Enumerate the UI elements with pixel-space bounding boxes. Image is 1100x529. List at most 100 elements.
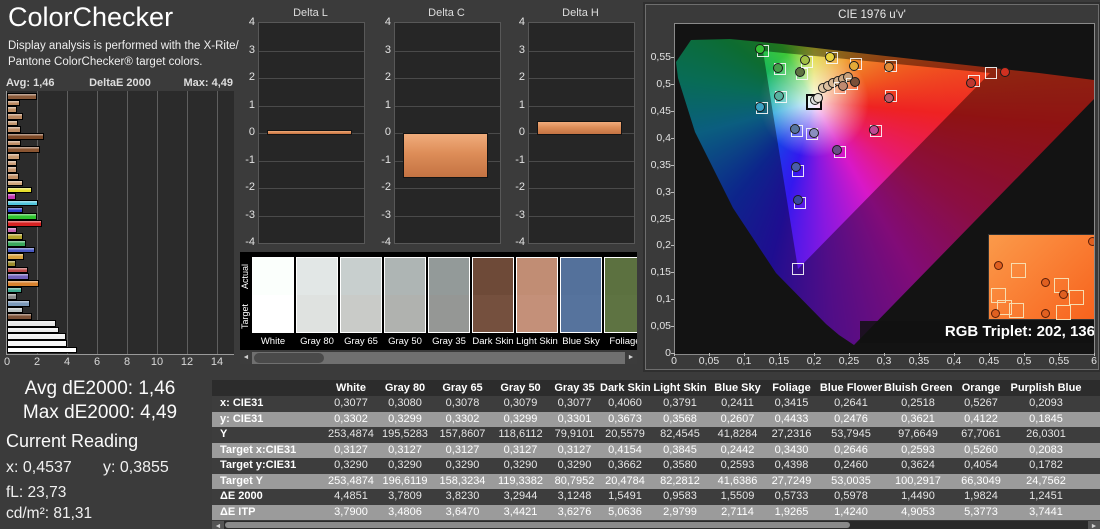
- de2000-x-axis: 0 2 4 6 8 10 12 14: [4, 356, 234, 370]
- de-bar: [7, 320, 56, 327]
- table-scroll-left-icon[interactable]: ◄: [212, 521, 224, 529]
- swatch-scrollbar[interactable]: ◄ ►: [240, 352, 637, 364]
- column-header: M: [1082, 380, 1100, 396]
- cie-y-tick-label: 0: [665, 347, 671, 359]
- cie-target-square: [791, 262, 804, 275]
- color-swatch: [252, 257, 294, 333]
- table-scrollbar[interactable]: ◄ ►: [212, 521, 1100, 529]
- table-cell: 0,3290: [388, 459, 422, 471]
- cie-x-tick-label: 0,2: [806, 355, 822, 367]
- color-swatch: [604, 257, 637, 333]
- table-cell: 5,3773: [964, 505, 998, 518]
- table-cell: 157,8607: [439, 428, 486, 440]
- cie-y-tick-label: 0,25: [650, 212, 671, 225]
- table-cell: 0,2093: [1029, 397, 1063, 409]
- table-cell: 0,3: [1082, 458, 1100, 474]
- de-bar: [7, 119, 18, 127]
- gridline: [97, 91, 98, 354]
- table-scrollbar-handle[interactable]: [225, 522, 850, 528]
- table-cell: 53,7945: [831, 428, 871, 440]
- table-cell: 0,4: [1082, 443, 1100, 459]
- cie-x-tick-label: 0,25: [838, 355, 860, 367]
- gridline: [529, 78, 634, 79]
- table-cell: 3,6470: [445, 505, 480, 518]
- colorchecker-app: ColorChecker Display analysis is perform…: [0, 0, 1100, 529]
- cie-x-tick-label: 0: [671, 355, 677, 367]
- swatch-label: Dark Skin: [472, 336, 514, 347]
- delta-bar: [537, 120, 623, 135]
- table-cell: 2,9799: [663, 505, 697, 518]
- de-bar: [7, 226, 17, 234]
- swatch-axis-label: Target: [240, 303, 250, 329]
- table-row: y: CIE31 0,3302 0,3299 0,3302 0,3299 0,3301 0,…: [212, 411, 1100, 427]
- inset-circle: [1041, 278, 1050, 287]
- table-cell: 0,4054: [964, 459, 998, 471]
- table-cell: 0,9583: [663, 490, 697, 502]
- cie-measured-point: [838, 81, 848, 92]
- table-cell: 253,4874: [328, 428, 374, 440]
- table-cell: 27,7249: [771, 474, 812, 487]
- table-cell: 27,2316: [771, 428, 812, 440]
- de-bar: [7, 219, 42, 227]
- cie-measured-point: [848, 60, 859, 71]
- x-tick-label: 6: [93, 356, 101, 368]
- tick-mark: [671, 245, 674, 247]
- gridline: [157, 91, 158, 354]
- gridline: [395, 50, 500, 52]
- y-tick-label: 3: [518, 43, 525, 56]
- cie-measured-point: [799, 55, 810, 66]
- swatch-actual-half: [473, 258, 513, 295]
- cie-x-tick-label: 0,1: [736, 355, 752, 367]
- swatch-scrollbar-handle[interactable]: [254, 353, 324, 363]
- cie-measured-point: [812, 92, 823, 103]
- column-header: Light Skin: [653, 382, 707, 394]
- inset-square: [1069, 290, 1084, 305]
- y-tick-label: -2: [381, 181, 391, 193]
- swatch-label: Gray 50: [388, 336, 422, 347]
- table-cell: 3,4421: [503, 505, 538, 518]
- cie-measured-point: [1000, 66, 1011, 77]
- cie-measured-point: [824, 52, 835, 63]
- row-label: ΔE ITP: [220, 505, 256, 518]
- gridline: [395, 215, 500, 217]
- y-tick-label: 2: [518, 71, 525, 83]
- delta-bar: [403, 133, 489, 178]
- swatch-scroll-right-icon[interactable]: ►: [625, 352, 637, 364]
- table-cell: 0,3077: [334, 397, 368, 409]
- gridline: [529, 188, 634, 189]
- tick-mark: [1059, 353, 1060, 356]
- table-cell: 41,8284: [717, 428, 758, 440]
- table-cell: 4,4851: [334, 490, 368, 502]
- column-header: Gray 35: [554, 382, 595, 394]
- de-bar: [7, 133, 45, 140]
- table-cell: 0,4060: [608, 397, 642, 409]
- de-bar: [7, 273, 30, 280]
- inset-circle: [1088, 237, 1094, 246]
- gridline: [395, 188, 500, 189]
- avg-de2000-value: Avg dE2000: 1,46: [24, 378, 176, 399]
- table-cell: 0,2442: [720, 443, 755, 456]
- de2000-max-label: Max: 4,49: [183, 77, 233, 89]
- cie-measured-point: [789, 123, 800, 134]
- tick-mark: [671, 218, 674, 220]
- cie-x-tick-label: 0,4: [946, 355, 962, 367]
- table-cell: 0,5978: [834, 490, 868, 502]
- de-bar: [7, 126, 21, 133]
- row-label: Target Y: [220, 474, 263, 487]
- table-cell: 0,3079: [503, 397, 538, 409]
- color-swatch: [516, 257, 558, 333]
- swatch-label: Gray 35: [432, 336, 466, 347]
- gridline: [529, 105, 634, 107]
- inset-square: [1011, 263, 1026, 278]
- swatch-scroll-left-icon[interactable]: ◄: [240, 352, 252, 364]
- gridline: [259, 50, 364, 52]
- table-cell: 3,7900: [334, 505, 368, 518]
- table-scroll-right-icon[interactable]: ►: [1088, 521, 1100, 529]
- table-row: ΔE ITP 3,7900 3,4806 3,6470 3,4421 3,6276 5,06…: [212, 504, 1100, 520]
- cie-y-tick-label: 0,35: [650, 158, 671, 171]
- de-bar: [7, 306, 23, 314]
- y-tick-label: -4: [245, 236, 255, 248]
- table-cell: 0,4122: [964, 412, 998, 425]
- color-swatch: [340, 257, 382, 333]
- tick-mark: [779, 353, 780, 356]
